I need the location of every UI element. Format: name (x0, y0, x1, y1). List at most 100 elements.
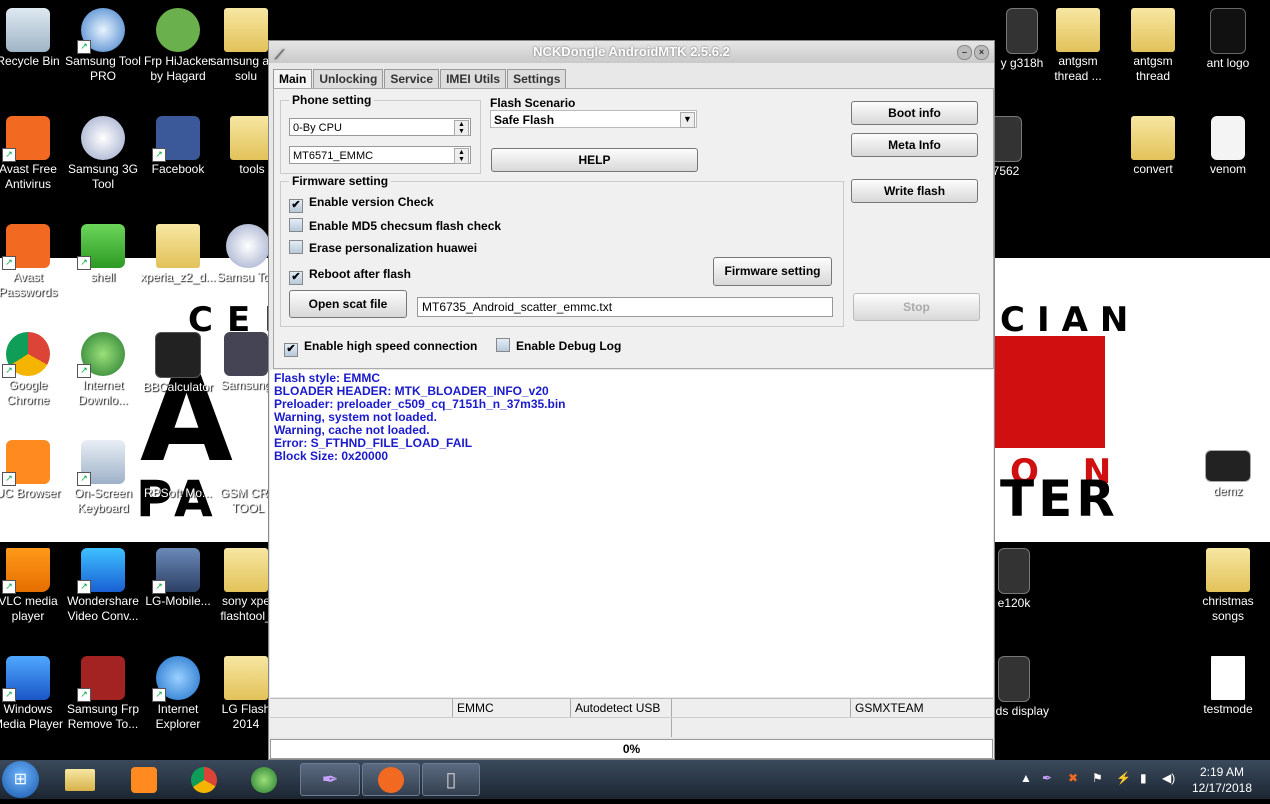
desktop-icon-label: ant logo (1206, 56, 1250, 70)
desktop-icon-wondershare[interactable]: ↗ Wondershare Video Conv... (65, 544, 141, 624)
desktop-icon-samsung-3g-tool[interactable]: Samsung 3G Tool (65, 112, 141, 192)
firmware-setting-button[interactable]: Firmware setting (713, 257, 832, 286)
shortcut-arrow-icon: ↗ (152, 580, 166, 594)
erase-personalization-checkbox[interactable]: Erase personalization huawei (289, 240, 477, 256)
start-button[interactable]: ⊞ (2, 761, 39, 798)
taskbar-avast[interactable] (362, 763, 420, 796)
chrome-icon: ↗ (2, 332, 50, 378)
desktop-icon-lg-mobile[interactable]: ↗ LG-Mobile... (140, 544, 216, 609)
log-output[interactable]: Flash style: EMMC BLOADER HEADER: MTK_BL… (270, 370, 993, 697)
minimize-button[interactable]: – (957, 45, 972, 60)
taskbar-nck[interactable]: ▯ (422, 763, 480, 796)
window-title: NCKDongle AndroidMTK 2.5.6.2 (533, 44, 730, 59)
desktop-icon-frp-hijacker[interactable]: Frp HiJacker by Hagard (140, 4, 216, 84)
desktop-icon-label: Avast Passwords (0, 270, 58, 299)
taskbar-chrome[interactable] (178, 763, 230, 796)
taskbar-uc-browser[interactable] (118, 763, 170, 796)
desktop-icon-antgsm2[interactable]: antgsm thread (1115, 4, 1191, 84)
app-icon (156, 440, 200, 484)
spinner-icon[interactable]: ▲ ▼ (454, 148, 469, 164)
progress-bar: 0% (270, 739, 993, 759)
cpu-select[interactable]: 0-By CPU ▲ ▼ (289, 118, 471, 136)
tab-service[interactable]: Service (384, 69, 440, 88)
tab-settings[interactable]: Settings (507, 69, 567, 88)
desktop-icon-testmode[interactable]: testmode (1190, 652, 1266, 717)
tray-feather-icon[interactable]: ✒ (1042, 771, 1052, 785)
image-icon (1210, 8, 1246, 54)
stop-button[interactable]: Stop (853, 293, 980, 321)
blackberry-icon (155, 332, 201, 378)
desktop-icon-samsung-tool-pro[interactable]: ↗ Samsung Tool PRO (65, 4, 141, 84)
desktop-icon-xperia[interactable]: xperia_z2_d... (140, 220, 216, 285)
checkbox-icon (289, 240, 303, 254)
tray-avast-icon[interactable]: ✖ (1068, 771, 1078, 785)
tab-imei-utils[interactable]: IMEI Utils (440, 69, 507, 88)
checkbox-label: Enable Debug Log (516, 339, 622, 353)
desktop-icon-samsung-frp[interactable]: ↗ Samsung Frp Remove To... (65, 652, 141, 732)
taskbar-explorer[interactable] (54, 763, 106, 796)
meta-info-button[interactable]: Meta Info (851, 133, 978, 157)
desktop-icon-demz[interactable]: demz (1190, 436, 1266, 499)
taskbar-feather-app[interactable]: ✒ (300, 763, 360, 796)
firmware-setting-title: Firmware setting (289, 174, 392, 188)
tab-unlocking[interactable]: Unlocking (313, 69, 384, 88)
tray-network-icon[interactable]: ▮ (1140, 771, 1147, 785)
tray-power-icon[interactable]: ⚡ (1116, 771, 1131, 785)
tray-flag-icon[interactable]: ⚑ (1092, 771, 1103, 785)
checkbox-label: Enable version Check (309, 195, 434, 209)
high-speed-connection-checkbox[interactable]: ✔ Enable high speed connection (284, 338, 477, 357)
help-button[interactable]: HELP (491, 148, 698, 172)
desktop-icon-on-screen-keyboard[interactable]: ↗ On-Screen Keyboard (65, 436, 141, 516)
flash-scenario-select[interactable]: Safe Flash ▼ (490, 110, 697, 128)
desktop-icon-facebook[interactable]: ↗ Facebook (140, 112, 216, 177)
debug-log-checkbox[interactable]: Enable Debug Log (496, 338, 621, 354)
desktop-icon-antgsm1[interactable]: antgsm thread ... (1040, 4, 1116, 84)
desktop-icon-internet-download[interactable]: ↗ Internet Downlo... (65, 328, 141, 408)
shortcut-arrow-icon: ↗ (2, 256, 16, 270)
desktop-icon-bbcalculator[interactable]: BBCalculator (140, 328, 216, 395)
desktop-icon-venom[interactable]: venom (1190, 112, 1266, 177)
desktop-icon-rbsoft[interactable]: RBSoft Mo... (140, 436, 216, 501)
cpu-select-value: 0-By CPU (293, 122, 342, 134)
open-scat-file-button[interactable]: Open scat file (289, 290, 407, 318)
close-button[interactable]: × (974, 45, 989, 60)
folder-icon (224, 8, 268, 52)
status-storage: EMMC (452, 699, 494, 717)
desktop-icon-vlc[interactable]: ↗ VLC media player (0, 544, 66, 624)
taskbar-idm[interactable] (238, 763, 290, 796)
spinner-icon[interactable]: ▲ ▼ (454, 120, 469, 136)
desktop-icon-google-chrome[interactable]: ↗ Google Chrome (0, 328, 66, 408)
title-bar[interactable]: ⟋ NCKDongle AndroidMTK 2.5.6.2 – × (269, 41, 994, 63)
desktop-icon-recycle-bin[interactable]: Recycle Bin (0, 4, 66, 69)
reboot-after-flash-checkbox[interactable]: ✔ Reboot after flash (289, 266, 411, 285)
chip-select[interactable]: MT6571_EMMC ▲ ▼ (289, 146, 471, 164)
enable-version-check-checkbox[interactable]: ✔ Enable version Check (289, 194, 434, 213)
video-icon (1205, 450, 1251, 482)
desktop-icon-christmas[interactable]: christmas songs (1190, 544, 1266, 624)
key-icon: ↗ (2, 224, 50, 270)
desktop-icon-avast-antivirus[interactable]: ↗ Avast Free Antivirus (0, 112, 66, 192)
scatter-file-field[interactable]: MT6735_Android_scatter_emmc.txt (417, 297, 833, 317)
shortcut-arrow-icon: ↗ (152, 148, 166, 162)
desktop-icon-avast-passwords[interactable]: ↗ Avast Passwords (0, 220, 66, 300)
tray-expand-icon[interactable]: ▲ (1020, 771, 1032, 785)
chevron-down-icon[interactable]: ▼ (680, 112, 695, 128)
download-icon: ↗ (77, 332, 125, 378)
tab-main[interactable]: Main (273, 69, 313, 90)
checkbox-icon (496, 338, 510, 352)
shortcut-arrow-icon: ↗ (2, 580, 16, 594)
shortcut-arrow-icon: ↗ (2, 688, 16, 702)
avast-icon: ↗ (2, 116, 50, 162)
file-icon (998, 656, 1030, 702)
boot-info-button[interactable]: Boot info (851, 101, 978, 125)
desktop-icon-internet-explorer[interactable]: ↗ Internet Explorer (140, 652, 216, 732)
write-flash-button[interactable]: Write flash (851, 179, 978, 203)
desktop-icon-convert[interactable]: convert (1115, 112, 1191, 177)
desktop-icon-windows-media-player[interactable]: ↗ Windows Media Player (0, 652, 66, 732)
desktop-icon-shell[interactable]: ↗ shell (65, 220, 141, 285)
tray-volume-icon[interactable]: ◀) (1162, 771, 1175, 785)
desktop-icon-uc-browser[interactable]: ↗ UC Browser (0, 436, 66, 501)
enable-md5-check-checkbox[interactable]: Enable MD5 checsum flash check (289, 218, 501, 234)
desktop-icon-ant-logo[interactable]: ant logo (1190, 4, 1266, 71)
clock[interactable]: 2:19 AM 12/17/2018 (1192, 764, 1252, 796)
